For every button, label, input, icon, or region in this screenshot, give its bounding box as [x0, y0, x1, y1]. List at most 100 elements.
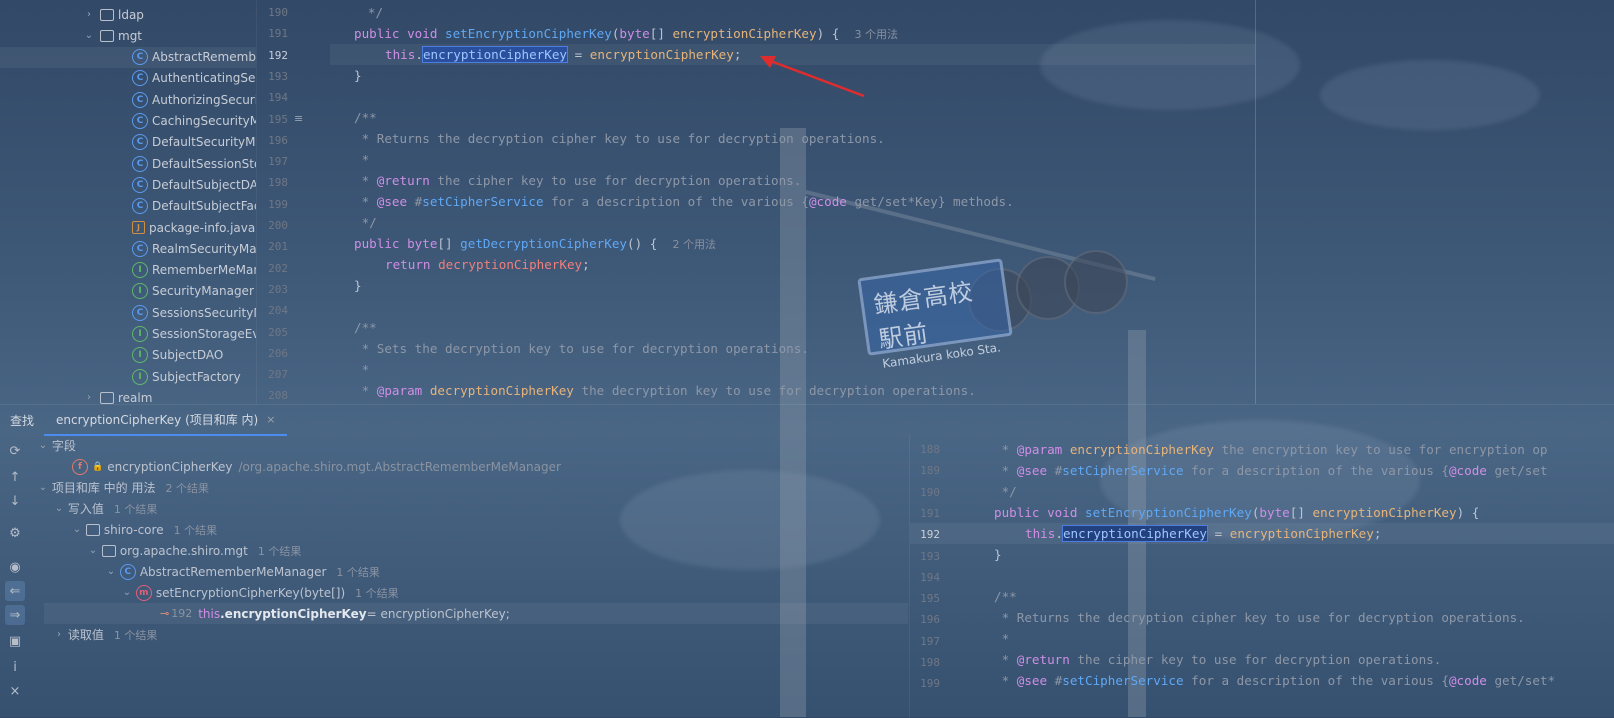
- doc-render-icon[interactable]: ≡: [294, 112, 303, 125]
- results-node-class[interactable]: ⌄ C AbstractRememberMeManager 1 个结果: [106, 561, 380, 582]
- tree-item[interactable]: › realm: [0, 387, 256, 404]
- line-number: 201: [268, 240, 288, 254]
- tree-item[interactable]: I SubjectFactory: [0, 366, 256, 387]
- line-number: 203: [268, 282, 288, 296]
- tree-item-label: RealmSecurityManager: [152, 241, 257, 256]
- result-usage-line[interactable]: ⊸ 192 this .encryptionCipherKey = encryptio…: [44, 603, 908, 624]
- lock-icon: 🔒: [92, 461, 104, 472]
- chevron-down-icon[interactable]: ⌄: [84, 30, 94, 41]
- class-icon: C: [132, 91, 148, 108]
- close-icon[interactable]: ×: [266, 413, 275, 426]
- tree-item[interactable]: C AuthorizingSecurityManager: [0, 89, 256, 110]
- line-number: 188: [920, 443, 940, 456]
- tree-item[interactable]: ⌄ mgt: [0, 25, 256, 46]
- results-node-method[interactable]: ⌄ m setEncryptionCipherKey(byte[]) 1 个结果: [122, 582, 399, 603]
- arrow-down-icon[interactable]: ↓: [5, 491, 25, 511]
- usages-hint[interactable]: 3 个用法: [854, 28, 898, 41]
- tree-item[interactable]: I SecurityManager: [0, 281, 256, 302]
- line-number: 199: [268, 197, 288, 211]
- highlighted-field[interactable]: encryptionCipherKey: [421, 46, 569, 63]
- interface-icon: I: [132, 347, 148, 364]
- line-number: 197: [920, 634, 940, 648]
- result-field[interactable]: f 🔒 encryptionCipherKey/org.apache.shiro.m…: [72, 456, 561, 477]
- tree-item[interactable]: C RealmSecurityManager: [0, 238, 256, 259]
- results-node-read[interactable]: › 读取值 1 个结果: [54, 624, 157, 645]
- interface-icon: I: [132, 368, 148, 385]
- java-file-icon: J: [132, 221, 145, 234]
- info-icon[interactable]: i: [5, 657, 25, 677]
- write-access-icon[interactable]: ⇒: [5, 605, 25, 625]
- chevron-down-icon[interactable]: ⌄: [54, 503, 64, 514]
- chevron-down-icon[interactable]: ⌄: [72, 524, 82, 535]
- line-number: 198: [268, 176, 288, 190]
- tree-item[interactable]: C AbstractRememberMeManager: [0, 46, 256, 68]
- tree-item-label: AbstractRememberMeManager: [152, 50, 256, 65]
- close-panel-icon[interactable]: ×: [5, 681, 25, 701]
- line-number: 191: [268, 27, 288, 41]
- tree-item[interactable]: C CachingSecurityManager: [0, 111, 256, 132]
- line-number: 206: [268, 346, 288, 360]
- chevron-down-icon[interactable]: ⌄: [38, 440, 48, 451]
- line-number: 193: [920, 549, 940, 563]
- line-number: 200: [268, 219, 288, 232]
- tree-item[interactable]: C DefaultSubjectDAO: [0, 174, 256, 195]
- class-icon: C: [132, 70, 148, 87]
- class-icon: C: [132, 240, 148, 257]
- results-node-usages[interactable]: ⌄ 项目和库 中的 用法 2 个结果: [38, 477, 209, 498]
- chevron-down-icon[interactable]: ⌄: [88, 545, 98, 556]
- interface-icon: I: [132, 262, 148, 279]
- line-number: 192: [268, 48, 288, 62]
- tree-item[interactable]: C DefaultSubjectFactory: [0, 196, 256, 217]
- line-number: 190: [268, 6, 288, 19]
- rerun-icon[interactable]: ⟳: [5, 441, 25, 461]
- line-number: 199: [920, 677, 940, 691]
- tree-item[interactable]: C SessionsSecurityManager: [0, 302, 256, 323]
- write-usage-icon: ⊸: [160, 607, 170, 620]
- tree-item[interactable]: C AuthenticatingSecurityManager: [0, 68, 256, 89]
- read-access-icon[interactable]: ⇐: [5, 581, 25, 601]
- line-number: 191: [920, 506, 940, 520]
- tree-item[interactable]: I SessionStorageEvaluator: [0, 324, 256, 345]
- results-node-package[interactable]: ⌄ org.apache.shiro.mgt 1 个结果: [88, 540, 302, 561]
- annotation-arrow: [760, 56, 865, 98]
- line-number: 194: [268, 91, 288, 105]
- results-node-write[interactable]: ⌄ 写入值 1 个结果: [54, 498, 158, 519]
- preview-code: * @param encryptionCipherKey the encrypt…: [910, 439, 1614, 688]
- find-toolbar: ⟳ ↑ ↓ ⚙ ◉ ⇐ ⇒ ▣ i ×: [0, 435, 30, 718]
- chevron-right-icon[interactable]: ›: [84, 392, 94, 403]
- results-node-module[interactable]: ⌄ shiro-core 1 个结果: [72, 519, 217, 540]
- line-number: 202: [268, 261, 288, 275]
- tree-item[interactable]: C DefaultSecurityManager: [0, 132, 256, 153]
- tree-item[interactable]: I SubjectDAO: [0, 345, 256, 366]
- tree-item-label: AuthorizingSecurityManager: [152, 92, 256, 107]
- chevron-right-icon[interactable]: ›: [54, 629, 64, 640]
- package-icon: [101, 544, 116, 557]
- chevron-down-icon[interactable]: ⌄: [38, 482, 48, 493]
- eye-icon[interactable]: ◉: [5, 557, 25, 577]
- method-icon: m: [135, 584, 152, 601]
- usages-hint[interactable]: 2 个用法: [673, 238, 717, 251]
- project-tree: › ldap ⌄ mgt C AbstractRememberMeManager C Auth…: [0, 0, 257, 404]
- tree-item-label: RememberMeManager: [152, 263, 256, 278]
- results-node-fields[interactable]: ⌄ 字段: [38, 435, 76, 456]
- chevron-down-icon[interactable]: ⌄: [106, 566, 116, 577]
- tree-item-label: mgt: [118, 28, 143, 43]
- tab-find-query[interactable]: encryptionCipherKey (项目和库 内) ×: [44, 404, 288, 436]
- gear-icon[interactable]: ⚙: [5, 523, 25, 543]
- chevron-down-icon[interactable]: ⌄: [122, 587, 132, 598]
- chevron-right-icon[interactable]: ›: [84, 9, 94, 20]
- tree-item-label: DefaultSubjectDAO: [152, 177, 257, 192]
- tree-item[interactable]: Jpackage-info.java: [0, 217, 256, 238]
- tree-item[interactable]: C DefaultSessionStorageEvaluator: [0, 153, 256, 174]
- tree-item[interactable]: I RememberMeManager: [0, 260, 256, 281]
- tree-item-label: DefaultSubjectFactory: [152, 199, 256, 214]
- group-by-folder-icon[interactable]: ▣: [5, 631, 25, 651]
- class-icon: C: [132, 155, 148, 172]
- tree-item[interactable]: › ldap: [0, 4, 256, 25]
- line-number: 195: [268, 112, 288, 126]
- module-icon: [85, 523, 100, 536]
- line-number: 196: [268, 133, 288, 147]
- highlighted-field[interactable]: encryptionCipherKey: [1061, 525, 1209, 542]
- arrow-up-icon[interactable]: ↑: [5, 467, 25, 487]
- class-icon: C: [132, 176, 148, 193]
